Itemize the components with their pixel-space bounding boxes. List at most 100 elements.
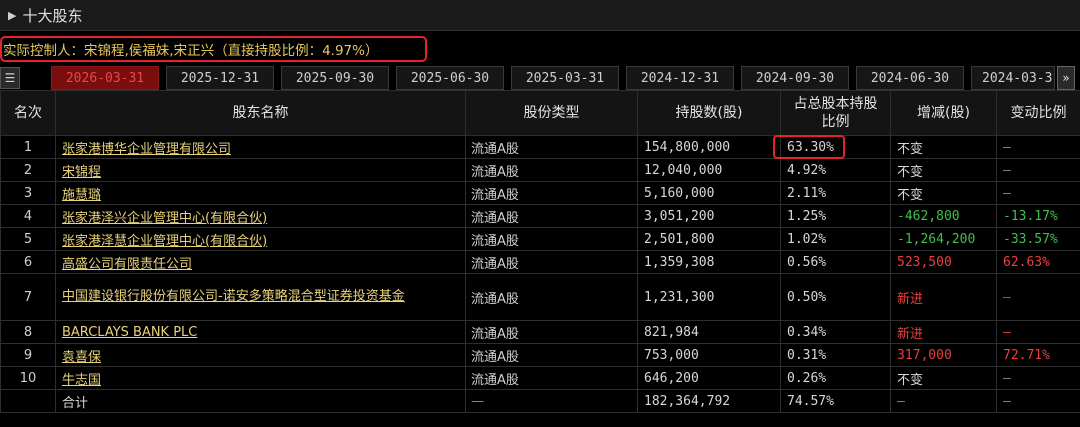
holder-link[interactable]: 宋锦程 xyxy=(62,165,101,180)
shares-cell: 1,359,308 xyxy=(637,250,781,274)
change-cell: 不变 xyxy=(890,135,997,159)
shares-cell: 821,984 xyxy=(637,320,781,344)
change-ratio-cell: — xyxy=(996,158,1080,182)
ratio-cell: 0.56% xyxy=(780,250,891,274)
change-cell: 不变 xyxy=(890,366,997,390)
table-row[interactable]: 7 中国建设银行股份有限公司-诺安多策略混合型证券投资基金 流通A股 1,231… xyxy=(0,273,1080,321)
table-row[interactable]: 1 张家港博华企业管理有限公司 流通A股 154,800,000 63.30% … xyxy=(0,135,1080,159)
holder-link[interactable]: BARCLAYS BANK PLC xyxy=(62,325,197,340)
ratio-cell: 1.02% xyxy=(780,227,891,251)
change-cell: 523,500 xyxy=(890,250,997,274)
shares-cell: 1,231,300 xyxy=(637,273,781,321)
shares-cell: 5,160,000 xyxy=(637,181,781,205)
total-label: 合计 xyxy=(55,389,466,413)
header-shares[interactable]: 持股数(股) xyxy=(637,90,781,136)
header-change[interactable]: 增减(股) xyxy=(890,90,997,136)
tab-period[interactable]: 2025-06-30 xyxy=(396,66,504,90)
share-type-cell: 流通A股 xyxy=(465,227,638,251)
change-cell: -1,264,200 xyxy=(890,227,997,251)
ratio-cell: 0.34% xyxy=(780,320,891,344)
table-row[interactable]: 10 牛志国 流通A股 646,200 0.26% 不变 — xyxy=(0,366,1080,390)
shares-cell: 753,000 xyxy=(637,343,781,367)
holder-name-cell: 袁喜保 xyxy=(55,343,466,367)
share-type-cell: 流通A股 xyxy=(465,181,638,205)
shares-cell: 646,200 xyxy=(637,366,781,390)
actual-controller-box: 实际控制人：宋锦程,侯福妹,宋正兴（直接持股比例：4.97%） xyxy=(0,36,427,62)
change-cell: 新进 xyxy=(890,273,997,321)
tab-period[interactable]: 2025-12-31 xyxy=(166,66,274,90)
holder-link[interactable]: 张家港泽慧企业管理中心(有限合伙) xyxy=(62,234,267,249)
share-type-cell: 流通A股 xyxy=(465,158,638,182)
rank-cell: 2 xyxy=(0,158,56,182)
change-ratio-cell: — xyxy=(996,366,1080,390)
holder-link[interactable]: 张家港博华企业管理有限公司 xyxy=(62,142,231,157)
holder-link[interactable]: 施慧璐 xyxy=(62,188,101,203)
tab-period[interactable]: 2024-09-30 xyxy=(741,66,849,90)
header-change-ratio[interactable]: 变动比例 xyxy=(996,90,1080,136)
tab-period[interactable]: 2024-03-3 xyxy=(971,66,1055,90)
table-row[interactable]: 4 张家港泽兴企业管理中心(有限合伙) 流通A股 3,051,200 1.25%… xyxy=(0,204,1080,228)
rank-cell: 7 xyxy=(0,273,56,321)
holder-name-cell: 张家港博华企业管理有限公司 xyxy=(55,135,466,159)
share-type-cell: 流通A股 xyxy=(465,204,638,228)
share-type-cell: 流通A股 xyxy=(465,250,638,274)
change-ratio-cell: — xyxy=(996,181,1080,205)
section-title: 十大股东 xyxy=(22,6,83,25)
holder-name-cell: BARCLAYS BANK PLC xyxy=(55,320,466,344)
change-cell: 不变 xyxy=(890,158,997,182)
change-ratio-cell: -33.57% xyxy=(996,227,1080,251)
change-ratio-cell: 72.71% xyxy=(996,343,1080,367)
total-row: 合计 — 182,364,792 74.57% — — xyxy=(0,389,1080,413)
ratio-cell: 0.50% xyxy=(780,273,891,321)
header-rank[interactable]: 名次 xyxy=(0,90,56,136)
total-change-ratio: — xyxy=(996,389,1080,413)
header-ratio[interactable]: 占总股本持股比例 xyxy=(780,90,891,136)
tab-period[interactable]: 2025-09-30 xyxy=(281,66,389,90)
ratio-cell: 1.25% xyxy=(780,204,891,228)
ratio-cell: 0.31% xyxy=(780,343,891,367)
list-icon[interactable]: ☰ xyxy=(0,67,20,89)
rank-cell: 9 xyxy=(0,343,56,367)
table-row[interactable]: 9 袁喜保 流通A股 753,000 0.31% 317,000 72.71% xyxy=(0,343,1080,367)
holder-link[interactable]: 高盛公司有限责任公司 xyxy=(62,257,192,272)
share-type-cell: 流通A股 xyxy=(465,366,638,390)
holder-name-cell: 张家港泽兴企业管理中心(有限合伙) xyxy=(55,204,466,228)
ratio-cell: 0.26% xyxy=(780,366,891,390)
tab-period[interactable]: 2024-12-31 xyxy=(626,66,734,90)
share-type-cell: 流通A股 xyxy=(465,273,638,321)
total-shares: 182,364,792 xyxy=(637,389,781,413)
tab-period[interactable]: 2025-03-31 xyxy=(511,66,619,90)
header-type[interactable]: 股份类型 xyxy=(465,90,638,136)
share-type-cell: 流通A股 xyxy=(465,343,638,367)
collapse-triangle-icon[interactable]: ▶ xyxy=(8,9,16,22)
rank-cell: 4 xyxy=(0,204,56,228)
change-ratio-cell: -13.17% xyxy=(996,204,1080,228)
shares-cell: 3,051,200 xyxy=(637,204,781,228)
change-cell: -462,800 xyxy=(890,204,997,228)
holder-name-cell: 中国建设银行股份有限公司-诺安多策略混合型证券投资基金 xyxy=(55,273,466,321)
period-tabbar: ☰ 2026-03-31 2025-12-31 2025-09-30 2025-… xyxy=(0,66,1080,90)
shares-cell: 2,501,800 xyxy=(637,227,781,251)
table-row[interactable]: 5 张家港泽慧企业管理中心(有限合伙) 流通A股 2,501,800 1.02%… xyxy=(0,227,1080,251)
total-ratio: 74.57% xyxy=(780,389,891,413)
top-holders-table: 名次 股东名称 股份类型 持股数(股) 占总股本持股比例 增减(股) 变动比例 … xyxy=(0,90,1080,413)
ratio-cell: 2.11% xyxy=(780,181,891,205)
ratio-cell: 63.30% xyxy=(780,135,891,159)
holder-link[interactable]: 张家港泽兴企业管理中心(有限合伙) xyxy=(62,211,267,226)
table-row[interactable]: 8 BARCLAYS BANK PLC 流通A股 821,984 0.34% 新… xyxy=(0,320,1080,344)
table-row[interactable]: 3 施慧璐 流通A股 5,160,000 2.11% 不变 — xyxy=(0,181,1080,205)
header-name[interactable]: 股东名称 xyxy=(55,90,466,136)
change-cell: 不变 xyxy=(890,181,997,205)
ratio-cell: 4.92% xyxy=(780,158,891,182)
tab-period[interactable]: 2026-03-31 xyxy=(51,66,159,90)
holder-link[interactable]: 中国建设银行股份有限公司-诺安多策略混合型证券投资基金 xyxy=(62,289,405,304)
table-row[interactable]: 6 高盛公司有限责任公司 流通A股 1,359,308 0.56% 523,50… xyxy=(0,250,1080,274)
section-header[interactable]: ▶ 十大股东 xyxy=(0,0,1080,31)
rank-cell-empty xyxy=(0,389,56,413)
holder-link[interactable]: 袁喜保 xyxy=(62,350,101,365)
holder-link[interactable]: 牛志国 xyxy=(62,373,101,388)
tab-period[interactable]: 2024-06-30 xyxy=(856,66,964,90)
scroll-right-icon[interactable]: » xyxy=(1057,66,1075,90)
table-row[interactable]: 2 宋锦程 流通A股 12,040,000 4.92% 不变 — xyxy=(0,158,1080,182)
rank-cell: 6 xyxy=(0,250,56,274)
